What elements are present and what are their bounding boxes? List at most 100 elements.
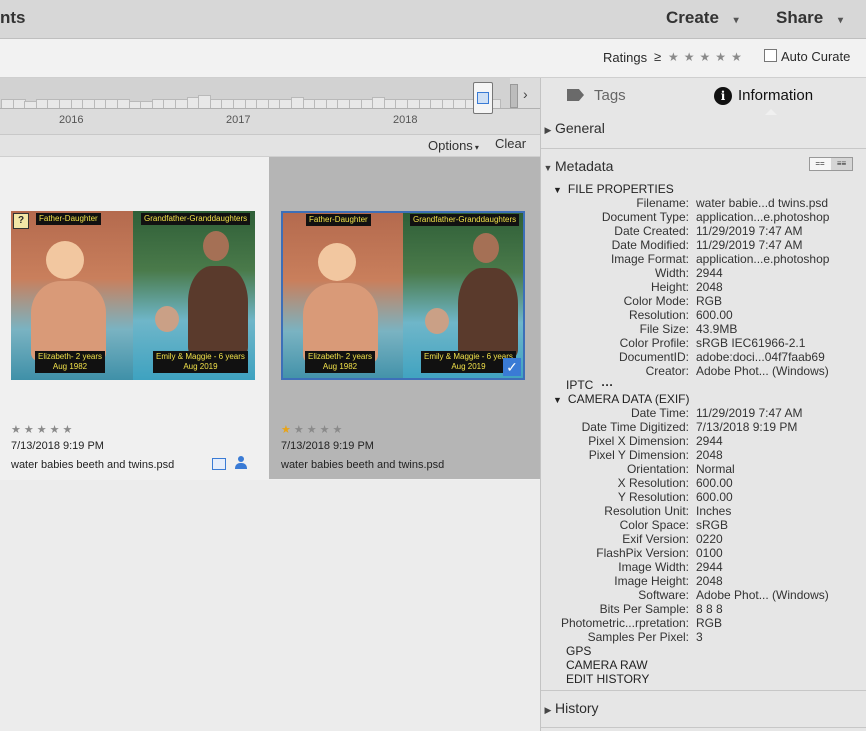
tab-tags[interactable]: Tags	[567, 87, 626, 104]
timeline-end-marker[interactable]	[510, 84, 518, 108]
star-icon[interactable]: ★	[731, 50, 742, 64]
chevron-down-icon: ▾	[837, 15, 844, 26]
caption-bottom-left: Elizabeth- 2 years Aug 1982	[35, 351, 106, 373]
edit-history-section[interactable]: EDIT HISTORY	[566, 672, 649, 686]
star-icon[interactable]: ★	[37, 424, 47, 436]
share-button[interactable]: Share ▾	[776, 8, 843, 28]
metadata-value: RGB	[696, 616, 723, 630]
star-icon[interactable]: ★	[63, 424, 73, 436]
checkmark-icon[interactable]: ✓	[503, 358, 521, 376]
metadata-value: Normal	[696, 462, 735, 476]
timeline-year: 2018	[393, 114, 418, 126]
metadata-key: Pixel X Dimension:	[588, 434, 689, 448]
create-button[interactable]: Create ▾	[666, 8, 739, 28]
metadata-key: Creator:	[645, 364, 689, 378]
metadata-row: Y Resolution: 600.00	[541, 490, 866, 504]
unknown-type-icon: ?	[13, 213, 29, 229]
media-grid-empty-area	[0, 480, 540, 731]
caption-top-right: Grandfather-Granddaughters	[141, 213, 251, 225]
item-rating-stars[interactable]: ★ ★ ★ ★ ★	[281, 423, 342, 436]
star-icon[interactable]: ★	[307, 424, 317, 436]
metadata-value: Adobe Phot... (Windows)	[696, 364, 829, 378]
ratings-operator[interactable]: ≥	[654, 49, 661, 64]
section-metadata-label: Metadata	[555, 158, 614, 174]
timeline-slider-handle[interactable]	[473, 82, 493, 114]
camera-raw-section[interactable]: CAMERA RAW	[566, 658, 648, 672]
album-icon[interactable]	[212, 458, 226, 470]
star-icon[interactable]: ★	[11, 424, 21, 436]
metadata-row: Image Width: 2944	[541, 560, 866, 574]
metadata-row: Image Format: application...e.photoshop	[541, 252, 866, 266]
metadata-value: 2048	[696, 280, 723, 294]
metadata-row: Resolution Unit: Inches	[541, 504, 866, 518]
metadata-key: Height:	[650, 280, 689, 294]
metadata-row: Date Time: 11/29/2019 7:47 AM	[541, 406, 866, 420]
metadata-key: Color Profile:	[619, 336, 689, 350]
tab-information[interactable]: i Information	[714, 87, 813, 105]
star-icon[interactable]: ★	[50, 424, 60, 436]
timeline[interactable]: 2016 2017 2018 ›	[0, 78, 540, 135]
caption-bottom-left: Elizabeth- 2 years Aug 1982	[305, 351, 376, 373]
caption-bottom-right: Emily & Maggie - 6 years Aug 2019	[153, 351, 248, 373]
auto-curate-checkbox[interactable]	[764, 49, 777, 62]
options-button[interactable]: Options ▾	[428, 138, 479, 153]
section-general[interactable]: ▶ General	[541, 120, 866, 136]
rating-filter-stars[interactable]: ★ ★ ★ ★ ★	[668, 50, 742, 64]
gps-section[interactable]: GPS	[566, 644, 591, 658]
metadata-view-toggle[interactable]: == ≡≡	[809, 157, 853, 171]
people-icon[interactable]	[234, 456, 248, 470]
media-grid: Father-Daughter Grandfather-Granddaughte…	[0, 157, 540, 480]
star-icon[interactable]: ★	[281, 424, 291, 436]
metadata-row: Bits Per Sample: 8 8 8	[541, 602, 866, 616]
metadata-row: Orientation: Normal	[541, 462, 866, 476]
metadata-key: Exif Version:	[622, 532, 689, 546]
caption-bottom-right-line2: Aug 2019	[451, 362, 486, 371]
complete-view-icon[interactable]: ≡≡	[831, 158, 852, 170]
media-thumbnail[interactable]: Father-Daughter Grandfather-Granddaughte…	[281, 211, 525, 380]
item-rating-stars[interactable]: ★ ★ ★ ★ ★	[11, 423, 72, 436]
top-bar: nts Create ▾ Share ▾	[0, 0, 866, 39]
star-icon[interactable]: ★	[294, 424, 304, 436]
triangle-down-icon: ▼	[553, 395, 562, 405]
caption-bottom-left-line1: Elizabeth- 2 years	[308, 352, 373, 361]
metadata-row: File Size: 43.9MB	[541, 322, 866, 336]
media-item-selected[interactable]: Father-Daughter Grandfather-Granddaughte…	[269, 157, 540, 479]
metadata-row: Date Created: 11/29/2019 7:47 AM	[541, 224, 866, 238]
star-icon[interactable]: ★	[684, 50, 695, 64]
metadata-value: sRGB	[696, 518, 729, 532]
metadata-value: application...e.photoshop	[696, 210, 830, 224]
star-icon[interactable]: ★	[320, 424, 330, 436]
metadata-value: 600.00	[696, 476, 733, 490]
metadata-value: water babie...d twins.psd	[696, 196, 829, 210]
media-item[interactable]: Father-Daughter Grandfather-Granddaughte…	[0, 157, 268, 479]
metadata-row: Date Time Digitized: 7/13/2018 9:19 PM	[541, 420, 866, 434]
caption-bottom-left-line2: Aug 1982	[52, 362, 88, 371]
metadata-value: 0100	[696, 546, 723, 560]
create-label: Create	[666, 8, 719, 27]
caption-bottom-right-line2: Aug 2019	[183, 362, 218, 371]
star-icon[interactable]: ★	[715, 50, 726, 64]
star-icon[interactable]: ★	[668, 50, 679, 64]
metadata-key: Pixel Y Dimension:	[588, 448, 689, 462]
metadata-key: Image Height:	[614, 574, 689, 588]
star-icon[interactable]: ★	[700, 50, 711, 64]
media-thumbnail[interactable]: Father-Daughter Grandfather-Granddaughte…	[11, 211, 255, 380]
star-icon[interactable]: ★	[333, 424, 343, 436]
chevron-down-icon: ▾	[474, 143, 479, 152]
camera-data-header[interactable]: ▼ CAMERA DATA (EXIF)	[553, 392, 690, 406]
more-icon[interactable]: ···	[601, 378, 613, 392]
metadata-value: sRGB IEC61966-2.1	[696, 336, 806, 350]
metadata-value: 0220	[696, 532, 723, 546]
iptc-header[interactable]: IPTC ···	[566, 378, 613, 392]
caption-top-left: Father-Daughter	[306, 214, 371, 226]
metadata-row: Date Modified: 11/29/2019 7:47 AM	[541, 238, 866, 252]
chevron-right-icon[interactable]: ›	[523, 86, 528, 102]
brief-view-icon[interactable]: ==	[810, 158, 830, 170]
metadata-key: Width:	[654, 266, 689, 280]
file-properties-header[interactable]: ▼ FILE PROPERTIES	[553, 182, 674, 196]
metadata-key: Document Type:	[601, 210, 689, 224]
star-icon[interactable]: ★	[24, 424, 34, 436]
section-history[interactable]: ▶ History	[541, 700, 866, 716]
clear-button[interactable]: Clear	[495, 136, 526, 151]
metadata-value: Adobe Phot... (Windows)	[696, 588, 829, 602]
